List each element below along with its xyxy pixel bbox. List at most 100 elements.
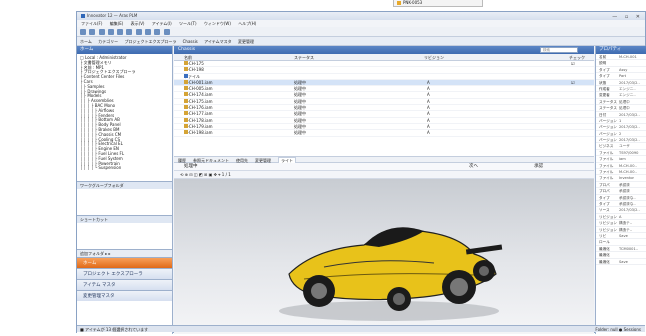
- main-header: Chassis 検索: [174, 46, 594, 54]
- nav-change-mgmt[interactable]: 変更管理: [238, 37, 254, 46]
- popup-label: PNK-0053: [403, 0, 423, 5]
- property-label: 最適化: [599, 259, 610, 264]
- nav-category[interactable]: カテゴリー: [98, 37, 118, 46]
- menu-edit[interactable]: 編集(E): [110, 21, 124, 26]
- tree-node[interactable]: │ │ │ │ └ Suspension: [80, 166, 169, 171]
- row-name-text: M-CH-174.iam: [184, 92, 213, 98]
- property-value: M-CH-00..: [619, 170, 637, 175]
- car-model[interactable]: [174, 179, 594, 334]
- viewer-toolbar[interactable]: ⟲ ⊕ ⊟ ◫ ◩ ⊞ ▣ ✥ ⌖ 1 / 1: [174, 171, 594, 179]
- 3d-viewer[interactable]: [174, 179, 594, 334]
- folder-icon: [397, 1, 401, 5]
- toolbar: [77, 27, 645, 37]
- nav-project-explorer[interactable]: プロジェクトエクスプローラ: [124, 37, 176, 46]
- file-icon: [184, 123, 188, 128]
- open-icon[interactable]: [117, 29, 124, 35]
- shortcut-header[interactable]: ショートカット: [77, 215, 172, 223]
- property-value: Save: [619, 259, 628, 264]
- approve-button[interactable]: 承認: [534, 163, 543, 171]
- new-icon[interactable]: [107, 29, 114, 35]
- file-icon: [184, 117, 188, 122]
- status-bar: ■ アイテムが 13 個選択されています Folder: null ● Sess…: [77, 325, 645, 332]
- back-icon[interactable]: [80, 29, 86, 35]
- property-value: TS97/0090: [619, 150, 639, 155]
- detail-tabs: 履歴 参照元ドキュメント 使用先 変更管理 ライト: [174, 156, 594, 163]
- file-icon: [184, 98, 188, 103]
- property-value: エンジニ..: [619, 93, 636, 98]
- file-icon: [184, 67, 188, 72]
- property-value: 承認済な..: [619, 195, 636, 200]
- row-name-text: M-CH-001.iam: [184, 79, 213, 85]
- menu-file[interactable]: ファイル(F): [81, 21, 102, 26]
- menu-tools[interactable]: ツール(T): [179, 21, 197, 26]
- row-name-text: M-CH-175.iam: [184, 98, 213, 104]
- nav-item-master[interactable]: アイテムマスタ: [204, 37, 232, 46]
- property-value: 承認済: [619, 182, 630, 187]
- next-button[interactable]: 次へ: [469, 163, 478, 171]
- nav-item[interactable]: アイテム マスタ: [77, 279, 172, 290]
- save-icon[interactable]: [126, 29, 133, 35]
- app-title: Innovator 12 — Aras PLM: [87, 13, 138, 18]
- file-icon: [184, 61, 188, 65]
- row-rev: A: [427, 130, 430, 136]
- file-icon: [184, 111, 188, 116]
- forward-icon[interactable]: [89, 29, 96, 35]
- folder-tree[interactable]: □ Local : Administrator ├ 文書管理メモリ ├ 名前 :…: [77, 54, 172, 181]
- app-icon: [81, 14, 85, 18]
- left-panel: ホーム □ Local : Administrator ├ 文書管理メモリ ├ …: [77, 46, 173, 334]
- nav-item[interactable]: プロジェクト エクスプローラ: [77, 268, 172, 279]
- file-icon: [184, 79, 188, 84]
- property-value: Part: [619, 74, 627, 79]
- file-icon: [184, 130, 188, 135]
- lock-icon[interactable]: [144, 29, 151, 35]
- property-value: A: [619, 214, 622, 219]
- refresh-icon[interactable]: [98, 29, 105, 35]
- search-input[interactable]: 検索: [540, 47, 578, 53]
- property-value: M-CH-00..: [619, 163, 637, 168]
- row-status: 処理中: [294, 130, 306, 136]
- status-right: Folder: null ● Sessions: [595, 327, 641, 332]
- unlock-icon[interactable]: [154, 29, 161, 35]
- property-value: Save: [619, 233, 628, 238]
- print-icon[interactable]: [135, 29, 142, 35]
- property-value: ユーザ: [619, 144, 630, 149]
- nav-item[interactable]: ホーム: [77, 257, 172, 268]
- menu-window[interactable]: ウィンドウ(W): [204, 21, 231, 26]
- menu-item[interactable]: アイテム(I): [152, 21, 172, 26]
- field-row: 処理中 次へ 承認: [174, 163, 594, 171]
- table-row[interactable]: M-CH-198.iam 処理中 A: [174, 130, 594, 137]
- menu-bar: ファイル(F) 編集(E) 表示(V) アイテム(I) ツール(T) ウィンドウ…: [77, 20, 645, 27]
- left-panel-header: ホーム: [77, 46, 172, 54]
- table-header: 名前 ステータス リビジョン チェック: [174, 54, 594, 61]
- row-name-text: M-CH-177.iam: [184, 111, 213, 117]
- property-value: Inventor: [619, 176, 635, 181]
- col-check[interactable]: チェック: [569, 54, 585, 61]
- folder-chevrons[interactable]: 追加フォルダ ▸ ▸: [77, 249, 172, 257]
- folder-icon: [184, 73, 188, 78]
- properties-panel: プロパティ 名前 M-CH-001 説明 タイプ Assy タイプ Part 状態 2017/0…: [595, 46, 646, 334]
- property-value: 2017/03/2..: [619, 208, 640, 213]
- property-value: 承認済: [619, 189, 630, 194]
- property-value: 2017/03/2..: [619, 112, 640, 117]
- property-value: 2017/03/2..: [619, 80, 640, 85]
- col-name[interactable]: 名前: [184, 54, 192, 61]
- menu-view[interactable]: 表示(V): [131, 21, 145, 26]
- workgroup-folder-header[interactable]: ワークグループフォルダ: [77, 181, 172, 189]
- search-icon[interactable]: [163, 29, 170, 35]
- property-value: 承認済な..: [619, 201, 636, 206]
- property-value: 構造テ..: [619, 227, 633, 232]
- file-icon: [184, 105, 188, 110]
- menu-help[interactable]: ヘルプ(H): [238, 21, 256, 26]
- property-value: 2017/03/2..: [619, 138, 640, 143]
- property-value: 1: [619, 118, 622, 123]
- property-row[interactable]: 最適化 Save: [596, 259, 646, 265]
- shortcut-area: [77, 223, 172, 249]
- col-status[interactable]: ステータス: [294, 54, 314, 61]
- col-revision[interactable]: リビジョン: [424, 54, 444, 61]
- property-value: M-CH-001: [619, 55, 637, 59]
- nav-item[interactable]: 変更管理マスタ: [77, 290, 172, 301]
- nav-home[interactable]: ホーム: [80, 37, 92, 46]
- main-title: Chassis: [178, 47, 196, 52]
- top-popup: PNK-0053: [393, 0, 483, 7]
- nav-chassis[interactable]: Chassis: [183, 37, 198, 46]
